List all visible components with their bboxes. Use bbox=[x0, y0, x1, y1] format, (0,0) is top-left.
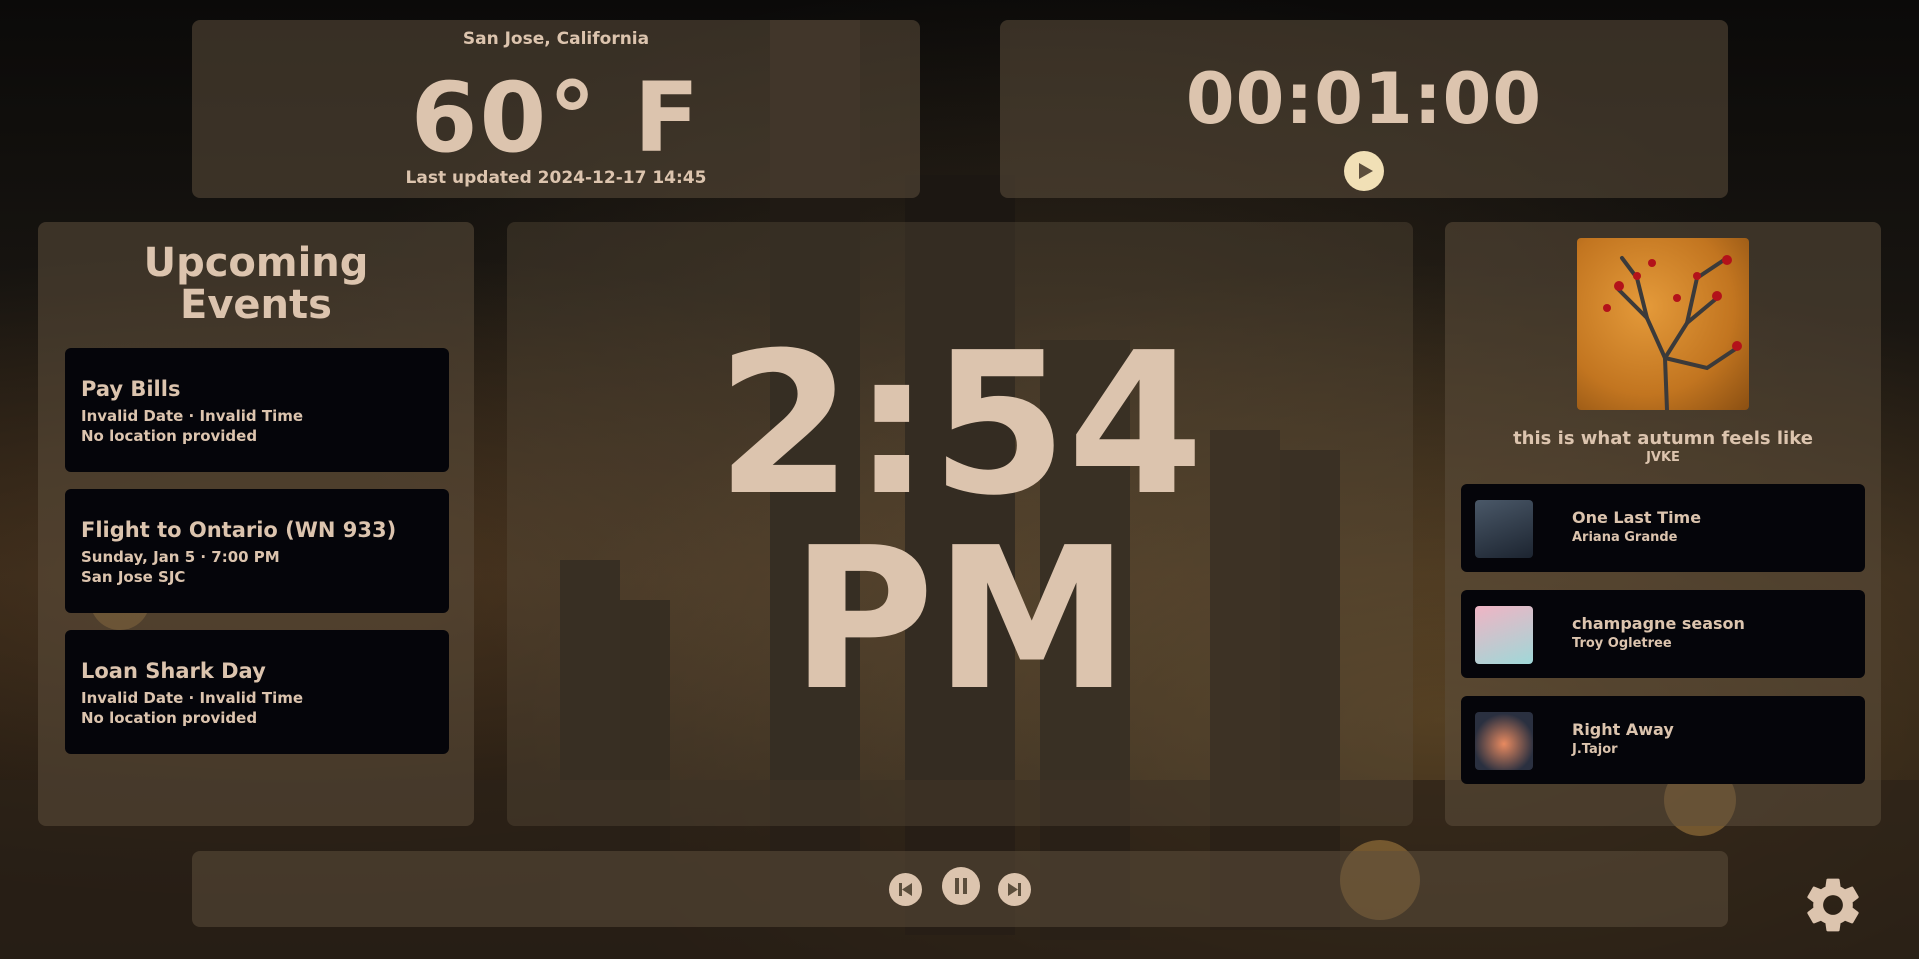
pause-icon bbox=[955, 878, 967, 894]
playback-controls-bar bbox=[192, 851, 1728, 927]
album-art bbox=[1577, 238, 1749, 410]
track-title: One Last Time bbox=[1572, 508, 1702, 527]
event-location: No location provided bbox=[81, 709, 258, 727]
events-title: Upcoming Events bbox=[143, 240, 369, 328]
settings-button[interactable] bbox=[1800, 872, 1866, 938]
now-playing-title: this is what autumn feels like bbox=[1513, 428, 1813, 449]
event-name: Flight to Ontario (WN 933) bbox=[81, 518, 397, 542]
track-thumbnail bbox=[1475, 500, 1533, 558]
pause-button[interactable] bbox=[942, 867, 980, 905]
play-icon bbox=[1359, 163, 1373, 179]
track-artist: Troy Ogletree bbox=[1572, 636, 1672, 651]
upcoming-events-panel: Upcoming Events Pay Bills Invalid Date ·… bbox=[38, 222, 474, 826]
track-title: champagne season bbox=[1572, 614, 1745, 633]
weather-temperature: 60° F bbox=[410, 62, 702, 174]
event-card[interactable]: Pay Bills Invalid Date · Invalid Time No… bbox=[65, 348, 449, 472]
event-datetime: Invalid Date · Invalid Time bbox=[81, 689, 304, 707]
weather-last-updated: Last updated 2024-12-17 14:45 bbox=[405, 168, 707, 188]
clock-time: 2:54 bbox=[716, 311, 1204, 539]
gear-icon bbox=[1807, 878, 1859, 932]
event-name: Pay Bills bbox=[81, 377, 181, 401]
queue-track[interactable]: champagne season Troy Ogletree bbox=[1461, 590, 1865, 678]
weather-location: San Jose, California bbox=[462, 29, 650, 49]
now-playing-artist: JVKE bbox=[1646, 450, 1680, 465]
queue-track[interactable]: One Last Time Ariana Grande bbox=[1461, 484, 1865, 572]
music-panel: this is what autumn feels like JVKE One … bbox=[1445, 222, 1881, 826]
weather-panel: San Jose, California 60° F Last updated … bbox=[192, 20, 920, 198]
next-button[interactable] bbox=[998, 873, 1031, 906]
track-thumbnail bbox=[1475, 606, 1533, 664]
skip-next-icon bbox=[1008, 883, 1021, 896]
timer-play-button[interactable] bbox=[1344, 151, 1384, 191]
clock-ampm: PM bbox=[790, 506, 1130, 734]
event-name: Loan Shark Day bbox=[81, 659, 266, 683]
tree-artwork-icon bbox=[1603, 255, 1742, 410]
timer-display: 00:01:00 bbox=[1185, 58, 1543, 140]
previous-button[interactable] bbox=[889, 873, 922, 906]
event-card[interactable]: Loan Shark Day Invalid Date · Invalid Ti… bbox=[65, 630, 449, 754]
track-artist: J.Tajor bbox=[1572, 742, 1618, 757]
event-location: No location provided bbox=[81, 427, 258, 445]
track-title: Right Away bbox=[1572, 720, 1674, 739]
timer-panel: 00:01:00 bbox=[1000, 20, 1728, 198]
clock-panel: 2:54 PM bbox=[507, 222, 1413, 826]
track-artist: Ariana Grande bbox=[1572, 530, 1678, 545]
event-location: San Jose SJC bbox=[81, 568, 186, 586]
event-card[interactable]: Flight to Ontario (WN 933) Sunday, Jan 5… bbox=[65, 489, 449, 613]
track-thumbnail bbox=[1475, 712, 1533, 770]
event-datetime: Invalid Date · Invalid Time bbox=[81, 407, 304, 425]
queue-track[interactable]: Right Away J.Tajor bbox=[1461, 696, 1865, 784]
event-datetime: Sunday, Jan 5 · 7:00 PM bbox=[81, 548, 280, 566]
skip-previous-icon bbox=[899, 883, 912, 896]
